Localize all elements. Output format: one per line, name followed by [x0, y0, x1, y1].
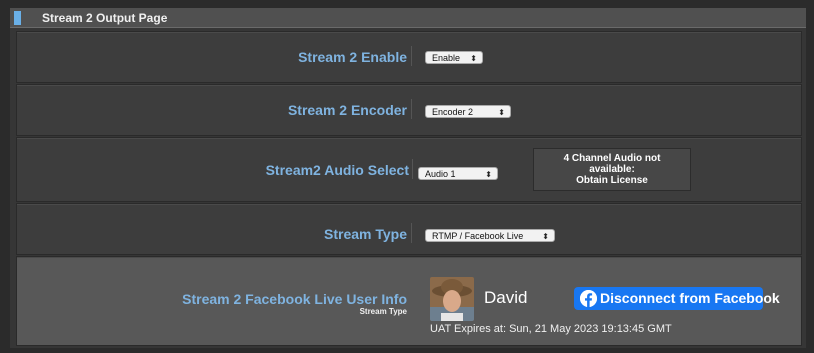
stream-encoder-value: Encoder 2	[432, 107, 474, 117]
header-marker	[14, 11, 21, 25]
facebook-icon	[580, 290, 597, 307]
audio-select[interactable]: Audio 1 ⬍	[418, 167, 498, 180]
updown-chevron-icon: ⬍	[542, 232, 549, 241]
stream-type-value: RTMP / Facebook Live	[432, 231, 524, 241]
user-avatar	[430, 277, 474, 321]
stream-type-select[interactable]: RTMP / Facebook Live ⬍	[425, 229, 555, 242]
updown-chevron-icon: ⬍	[470, 54, 477, 63]
stream-enable-value: Enable	[432, 53, 461, 63]
facebook-user-info-sublabel: Stream Type	[359, 307, 407, 316]
row-stream-encoder: Stream 2 Encoder Encoder 2 ⬍	[16, 84, 802, 136]
updown-chevron-icon: ⬍	[485, 170, 492, 179]
updown-chevron-icon: ⬍	[498, 108, 505, 117]
divider	[411, 223, 412, 243]
stream-enable-select[interactable]: Enable ⬍	[425, 51, 483, 64]
row-stream-type: Stream Type RTMP / Facebook Live ⬍	[16, 203, 802, 255]
divider	[411, 99, 412, 119]
audio-select-value: Audio 1	[425, 169, 456, 179]
license-notice: 4 Channel Audio not available: Obtain Li…	[533, 148, 691, 191]
stream-enable-label: Stream 2 Enable	[298, 49, 407, 65]
audio-select-label: Stream2 Audio Select	[265, 162, 409, 178]
stream-encoder-select[interactable]: Encoder 2 ⬍	[425, 105, 511, 118]
row-audio-select: Stream2 Audio Select Audio 1 ⬍ 4 Channel…	[16, 137, 802, 202]
license-notice-line: available:	[589, 164, 635, 175]
stream-type-label: Stream Type	[324, 226, 407, 242]
license-notice-line: 4 Channel Audio not	[563, 153, 661, 164]
row-facebook-user-info: Stream 2 Facebook Live User Info Stream …	[16, 256, 802, 346]
divider	[412, 159, 413, 179]
output-page-panel: Stream 2 Output Page Stream 2 Enable Ena…	[10, 8, 806, 348]
user-avatar-image	[430, 277, 474, 321]
disconnect-facebook-label: Disconnect from Facebook	[600, 290, 780, 306]
divider	[411, 46, 412, 66]
row-stream-enable: Stream 2 Enable Enable ⬍	[16, 31, 802, 83]
page-header: Stream 2 Output Page	[10, 8, 806, 28]
facebook-user-info-label: Stream 2 Facebook Live User Info	[182, 291, 407, 307]
stream-encoder-label: Stream 2 Encoder	[287, 102, 407, 118]
disconnect-facebook-button[interactable]: Disconnect from Facebook	[574, 287, 780, 310]
page-title: Stream 2 Output Page	[42, 11, 168, 25]
facebook-user-name: David	[484, 288, 528, 307]
token-expiry-text: UAT Expires at: Sun, 21 May 2023 19:13:4…	[430, 323, 672, 335]
license-notice-line: Obtain License	[576, 175, 648, 186]
